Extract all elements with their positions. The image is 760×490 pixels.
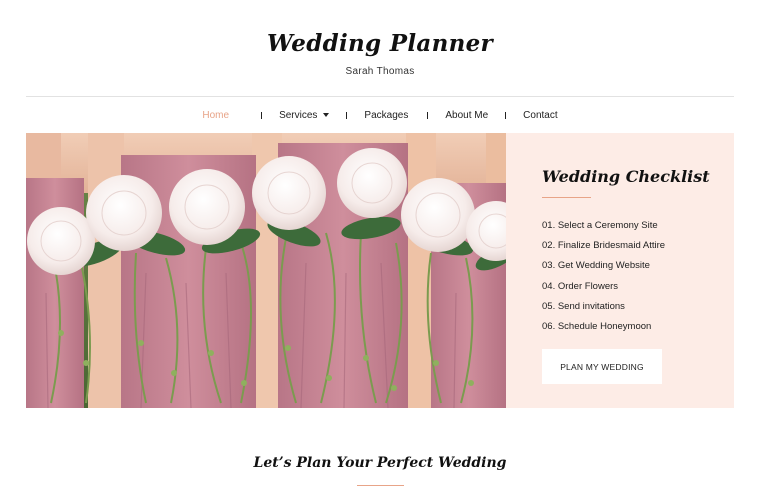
nav-item-label: Services: [279, 109, 318, 121]
site-subtitle: Sarah Thomas: [345, 66, 415, 77]
nav-item-home[interactable]: Home: [202, 110, 229, 121]
checklist-item: 04. Order Flowers: [542, 280, 619, 292]
section-title: Let’s Plan Your Perfect Wedding: [253, 455, 507, 471]
nav-separator: [346, 111, 348, 119]
main-nav: Home Services Packages About Me Contact: [0, 108, 760, 122]
site-header: Wedding Planner Sarah Thomas: [0, 30, 760, 77]
site-title[interactable]: Wedding Planner: [0, 30, 760, 57]
section-accent-line: [357, 485, 404, 486]
checklist-title: Wedding Checklist: [542, 167, 710, 186]
nav-item-services[interactable]: Services: [279, 109, 330, 121]
nav-separator: [427, 111, 429, 119]
header-divider: [26, 96, 734, 97]
checklist-item: 05. Send invitations: [542, 300, 625, 312]
checklist-list: 01. Select a Ceremony Site 02. Finalize …: [542, 220, 665, 341]
checklist-item: 01. Select a Ceremony Site: [542, 220, 658, 231]
checklist-accent-line: [542, 197, 591, 198]
nav-item-packages[interactable]: Packages: [364, 110, 408, 121]
chevron-down-icon: [323, 113, 330, 117]
checklist-item: 06. Schedule Honeymoon: [542, 320, 652, 332]
plan-my-wedding-button[interactable]: PLAN MY WEDDING: [542, 349, 662, 384]
checklist-item: 03. Get Wedding Website: [542, 260, 650, 272]
hero-image: [26, 133, 506, 408]
checklist-item: 02. Finalize Bridesmaid Attire: [542, 240, 666, 252]
wedding-checklist-panel: Wedding Checklist 01. Select a Ceremony …: [506, 133, 734, 408]
nav-item-contact[interactable]: Contact: [523, 110, 557, 121]
nav-separator: [505, 111, 507, 119]
bridesmaids-bouquets-photo: [26, 133, 506, 408]
nav-separator: [261, 111, 263, 119]
nav-item-about-me[interactable]: About Me: [445, 110, 488, 121]
